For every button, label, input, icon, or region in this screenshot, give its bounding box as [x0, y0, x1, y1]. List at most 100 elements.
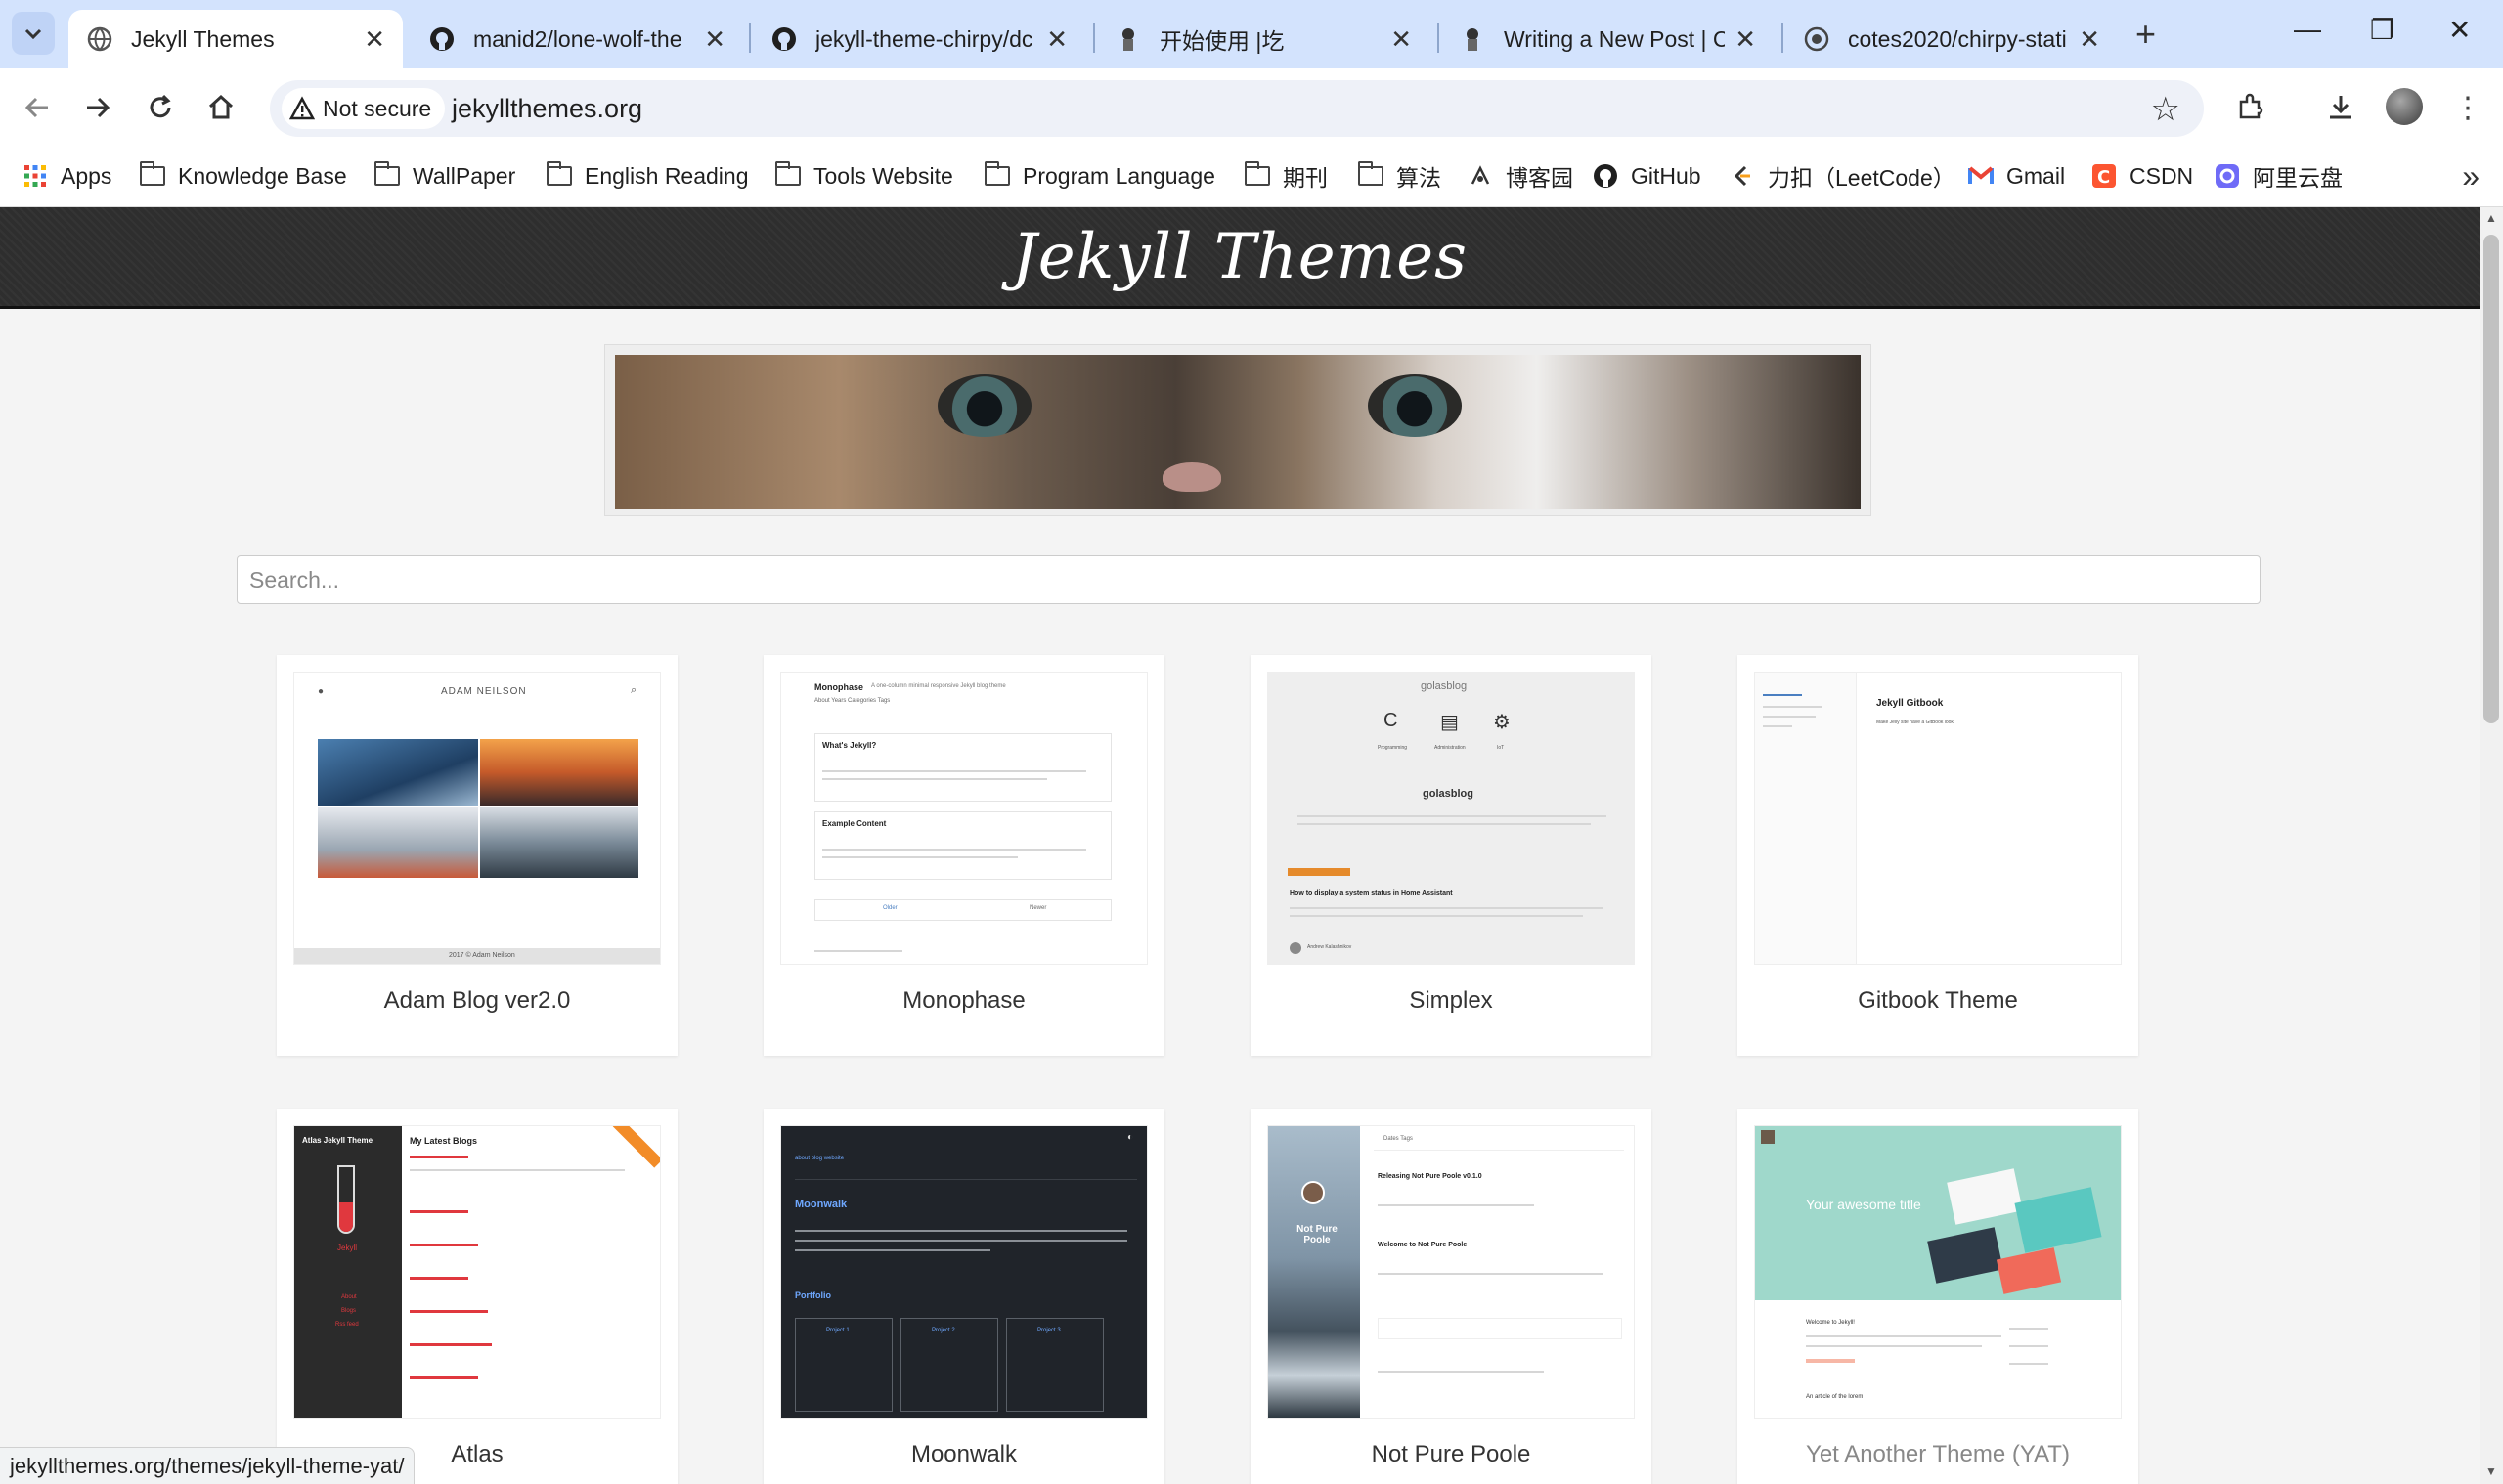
tab-lone-wolf[interactable]: manid2/lone-wolf-the ✕: [411, 10, 743, 68]
close-icon[interactable]: ✕: [704, 24, 725, 55]
bookmark-tools-website[interactable]: Tools Website: [774, 156, 953, 196]
theme-thumbnail[interactable]: golasblog C ▤ ⚙ Programming Administrati…: [1267, 672, 1635, 965]
theme-thumbnail[interactable]: Atlas Jekyll Theme Jekyll About Blogs Rs…: [293, 1125, 661, 1419]
tab-chirpy-docs[interactable]: jekyll-theme-chirpy/dc ✕: [753, 10, 1085, 68]
github-icon: [428, 25, 456, 53]
close-icon[interactable]: ✕: [1046, 24, 1068, 55]
thumb-photo: [480, 807, 638, 878]
scroll-thumb[interactable]: [2483, 235, 2499, 723]
bookmark-wallpaper[interactable]: WallPaper: [373, 156, 515, 196]
bookmark-label: 期刊: [1283, 165, 1328, 191]
bookmark-gmail[interactable]: Gmail: [1967, 156, 2065, 196]
reload-icon[interactable]: [139, 86, 182, 129]
thumb-text-line: [2009, 1345, 2048, 1347]
bookmark-label: Gmail: [2006, 162, 2066, 189]
bookmark-star-icon[interactable]: ☆: [2151, 90, 2180, 129]
page-scrollbar[interactable]: ▲ ▼: [2480, 207, 2503, 1484]
address-bar[interactable]: Not secure jekyllthemes.org ☆: [270, 80, 2204, 137]
search-input[interactable]: [237, 555, 2261, 604]
tab-chirpy-starter[interactable]: cotes2020/chirpy-stati ✕: [1785, 10, 2118, 68]
bookmark-label: English Reading: [585, 162, 749, 189]
theme-card-atlas[interactable]: Atlas Jekyll Theme Jekyll About Blogs Rs…: [277, 1109, 678, 1484]
bookmark-aliyun-drive[interactable]: 阿里云盘: [2214, 156, 2343, 196]
thumb-author: Andrew Kalashnikov: [1307, 944, 1352, 950]
thumb-nav: About Years Categories Tags: [814, 698, 891, 704]
theme-card-yat[interactable]: Your awesome title Welcome to Jekyll! An…: [1737, 1109, 2138, 1484]
thumb-text-line: [795, 1249, 990, 1251]
theme-name[interactable]: Not Pure Poole: [1251, 1441, 1651, 1468]
double-chevron-right-icon[interactable]: »: [2462, 158, 2480, 195]
theme-thumbnail[interactable]: Not Pure Poole Dates Tags Releasing Not …: [1267, 1125, 1635, 1419]
bookmark-github[interactable]: GitHub: [1592, 156, 1701, 196]
scroll-up-icon[interactable]: ▲: [2485, 211, 2497, 225]
theme-card-moonwalk[interactable]: about blog website ◐ Moonwalk Portfolio …: [764, 1109, 1164, 1484]
menu-kebab-icon[interactable]: ⋮: [2448, 88, 2487, 127]
thumb-text-line: [1297, 815, 1606, 817]
profile-avatar[interactable]: [2386, 88, 2423, 125]
theme-card-adam-blog[interactable]: ● ADAM NEILSON ⌕ 2017 © Adam Neilson Ada…: [277, 655, 678, 1056]
bookmark-csdn[interactable]: C CSDN: [2090, 156, 2193, 196]
thumb-text-line: [410, 1169, 625, 1171]
theme-thumbnail[interactable]: Jekyll Gitbook Make Jelly site have a Gi…: [1754, 672, 2122, 965]
theme-card-simplex[interactable]: golasblog C ▤ ⚙ Programming Administrati…: [1251, 655, 1651, 1056]
theme-name[interactable]: Simplex: [1251, 987, 1651, 1015]
close-icon[interactable]: ✕: [364, 24, 385, 55]
theme-thumbnail[interactable]: Your awesome title Welcome to Jekyll! An…: [1754, 1125, 2122, 1419]
theme-name[interactable]: Moonwalk: [764, 1441, 1164, 1468]
site-title[interactable]: Jekyll Themes: [1012, 221, 1468, 293]
restore-icon[interactable]: ❐: [2370, 14, 2394, 46]
theme-name[interactable]: Gitbook Theme: [1737, 987, 2138, 1015]
code-icon: C: [1383, 710, 1398, 731]
theme-name[interactable]: Yet Another Theme (YAT): [1737, 1441, 2138, 1468]
thumb-older: Older: [883, 905, 898, 911]
download-icon[interactable]: [2321, 88, 2360, 127]
tab-search-button[interactable]: [12, 12, 55, 55]
banner-cat-nose: [1163, 462, 1221, 492]
thumb-nav: about blog website: [795, 1156, 845, 1161]
minimize-icon[interactable]: —: [2294, 14, 2321, 45]
tab-getting-started[interactable]: 开始使用 |圪 ✕: [1097, 10, 1429, 68]
forward-arrow-icon[interactable]: [76, 86, 119, 129]
bookmark-cnblogs[interactable]: 博客园: [1467, 156, 1573, 196]
bookmark-program-language[interactable]: Program Language: [984, 156, 1215, 196]
bookmark-journals[interactable]: 期刊: [1244, 156, 1328, 196]
close-icon[interactable]: ✕: [2079, 24, 2100, 55]
scroll-down-icon[interactable]: ▼: [2485, 1464, 2497, 1478]
thumb-photo: [480, 739, 638, 806]
bookmark-knowledge-base[interactable]: Knowledge Base: [139, 156, 347, 196]
thumb-photo: [318, 739, 478, 806]
back-arrow-icon[interactable]: [16, 86, 59, 129]
theme-name[interactable]: Monophase: [764, 987, 1164, 1015]
tab-separator: [1437, 23, 1439, 53]
theme-card-monophase[interactable]: Monophase A one-column minimal responsiv…: [764, 655, 1164, 1056]
thumb-link: About: [341, 1294, 357, 1300]
theme-thumbnail[interactable]: Monophase A one-column minimal responsiv…: [780, 672, 1148, 965]
theme-thumbnail[interactable]: ● ADAM NEILSON ⌕ 2017 © Adam Neilson: [293, 672, 661, 965]
svg-text:C: C: [2097, 167, 2110, 188]
url-text[interactable]: jekyllthemes.org: [452, 94, 642, 124]
theme-thumbnail[interactable]: about blog website ◐ Moonwalk Portfolio …: [780, 1125, 1148, 1419]
tab-jekyll-themes[interactable]: Jekyll Themes ✕: [68, 10, 403, 68]
theme-name[interactable]: Adam Blog ver2.0: [277, 987, 678, 1015]
tab-strip: Jekyll Themes ✕ manid2/lone-wolf-the ✕ j…: [0, 0, 2503, 68]
ninja-icon: [1459, 25, 1486, 53]
thumb-brand: golasblog: [1421, 680, 1468, 692]
theme-card-gitbook[interactable]: Jekyll Gitbook Make Jelly site have a Gi…: [1737, 655, 2138, 1056]
security-chip[interactable]: Not secure: [282, 88, 446, 129]
new-tab-button[interactable]: +: [2135, 14, 2156, 55]
thumb-post-title: What's Jekyll?: [822, 741, 877, 750]
aliyun-drive-icon: [2214, 162, 2241, 190]
thumb-newer: Newer: [1030, 905, 1047, 911]
window-close-icon[interactable]: ✕: [2448, 14, 2471, 46]
bookmark-english-reading[interactable]: English Reading: [546, 156, 749, 196]
tab-writing-post[interactable]: Writing a New Post | C ✕: [1441, 10, 1774, 68]
extensions-icon[interactable]: [2231, 88, 2270, 127]
bookmark-leetcode[interactable]: 力扣（LeetCode）: [1729, 156, 1955, 196]
close-icon[interactable]: ✕: [1390, 24, 1412, 55]
theme-card-not-pure-poole[interactable]: Not Pure Poole Dates Tags Releasing Not …: [1251, 1109, 1651, 1484]
bookmark-apps[interactable]: Apps: [22, 156, 111, 196]
bookmark-label: Tools Website: [813, 162, 953, 189]
home-icon[interactable]: [199, 86, 242, 129]
bookmark-algorithms[interactable]: 算法: [1357, 156, 1441, 196]
close-icon[interactable]: ✕: [1735, 24, 1756, 55]
